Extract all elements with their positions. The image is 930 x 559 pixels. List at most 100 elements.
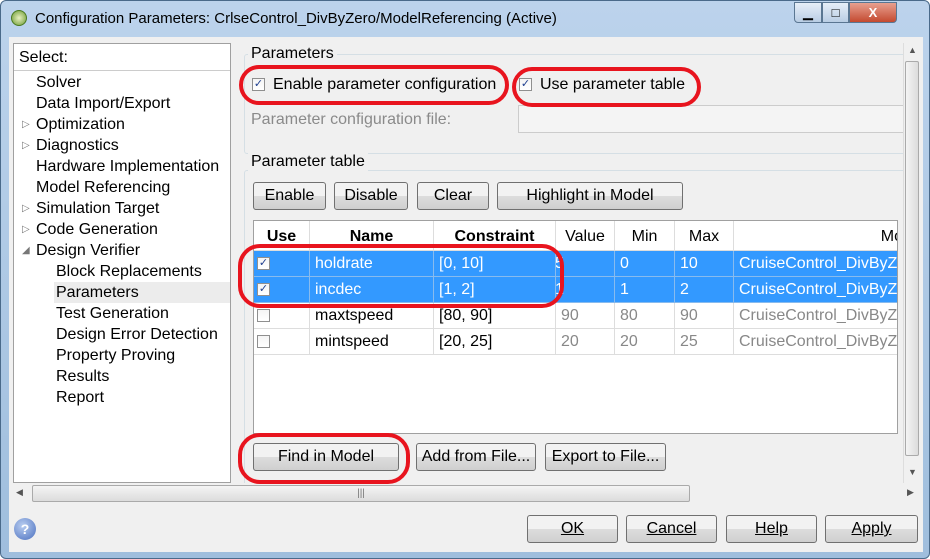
cell-min[interactable]: 1: [615, 277, 675, 303]
table-row[interactable]: ✓incdec[1, 2]112CruiseControl_DivByZe: [254, 277, 897, 303]
tree-item-diagnostics[interactable]: ▷ Diagnostics: [22, 135, 119, 156]
tree-item-label: Solver: [36, 74, 82, 91]
maximize-button[interactable]: □: [822, 2, 849, 23]
tree-item-test-generation[interactable]: Test Generation: [56, 303, 169, 324]
cell-min[interactable]: 20: [615, 329, 675, 355]
enable-parameter-configuration-checkbox[interactable]: ✓: [252, 78, 265, 91]
tree-item-parameters[interactable]: Parameters: [54, 282, 230, 303]
collapsed-arrow-icon[interactable]: ▷: [22, 219, 30, 240]
help-icon[interactable]: ?: [14, 518, 36, 540]
use-checkbox[interactable]: [257, 309, 270, 322]
expanded-arrow-icon[interactable]: ◢: [22, 240, 30, 261]
enable-button[interactable]: Enable: [253, 182, 326, 210]
tree-item-property-proving[interactable]: Property Proving: [56, 345, 175, 366]
tree-item-simulation-target[interactable]: ▷ Simulation Target: [22, 198, 159, 219]
column-header-value[interactable]: Value: [556, 221, 615, 251]
tree-item-report[interactable]: Report: [56, 387, 104, 408]
window-title: Configuration Parameters: CrlseControl_D…: [35, 10, 557, 27]
column-header-name[interactable]: Name: [310, 221, 434, 251]
close-button[interactable]: X: [849, 2, 897, 23]
column-header-max[interactable]: Max: [675, 221, 734, 251]
use-checkbox[interactable]: [257, 335, 270, 348]
add-from-file-button[interactable]: Add from File...: [416, 443, 536, 471]
tree-item-label: Report: [56, 389, 105, 406]
horizontal-scrollbar[interactable]: ◀ ||| ▶: [13, 484, 920, 503]
tree-item-code-generation[interactable]: ▷ Code Generation: [22, 219, 158, 240]
app-icon: [11, 10, 27, 26]
cell-use[interactable]: ✓: [254, 277, 310, 303]
scroll-down-icon[interactable]: ▼: [908, 467, 917, 477]
clear-button[interactable]: Clear: [417, 182, 489, 210]
cell-use[interactable]: [254, 303, 310, 329]
cell-max[interactable]: 2: [675, 277, 734, 303]
cell-max[interactable]: 10: [675, 251, 734, 277]
cell-constraint[interactable]: [0, 10]: [434, 251, 556, 277]
cell-name[interactable]: holdrate: [310, 251, 434, 277]
scroll-left-icon[interactable]: ◀: [16, 487, 23, 498]
tree-item-design-error-detection[interactable]: Design Error Detection: [56, 324, 218, 345]
cell-model[interactable]: CruiseControl_DivByZe: [734, 329, 897, 355]
help-button[interactable]: Help: [726, 515, 817, 543]
table-row[interactable]: mintspeed [20, 25] 20 20 25 CruiseControl_Div…: [254, 329, 897, 355]
use-parameter-table-label[interactable]: Use parameter table: [540, 76, 685, 94]
cell-constraint[interactable]: [80, 90]: [434, 303, 556, 329]
collapsed-arrow-icon[interactable]: ▷: [22, 135, 30, 156]
tree-item-results[interactable]: Results: [56, 366, 109, 387]
cell-value[interactable]: 20: [556, 329, 615, 355]
find-in-model-button[interactable]: Find in Model: [253, 443, 399, 471]
collapsed-arrow-icon[interactable]: ▷: [22, 114, 30, 135]
table-row[interactable]: maxtspeed [80, 90] 90 80 90 CruiseControl_Div…: [254, 303, 897, 329]
highlight-in-model-button[interactable]: Highlight in Model: [497, 182, 683, 210]
column-header-min[interactable]: Min: [615, 221, 675, 251]
collapsed-arrow-icon[interactable]: ▷: [22, 198, 30, 219]
config-file-input[interactable]: [518, 105, 903, 133]
cell-min[interactable]: 80: [615, 303, 675, 329]
scroll-right-icon[interactable]: ▶: [907, 487, 914, 498]
cell-name[interactable]: mintspeed: [310, 329, 434, 355]
column-header-model[interactable]: Mo: [734, 221, 897, 251]
vertical-scrollbar[interactable]: ▲ ▼: [903, 43, 920, 483]
cell-constraint[interactable]: [20, 25]: [434, 329, 556, 355]
vertical-scroll-thumb[interactable]: [905, 61, 919, 456]
cell-max[interactable]: 90: [675, 303, 734, 329]
cell-use[interactable]: [254, 329, 310, 355]
cell-use[interactable]: ✓: [254, 251, 310, 277]
use-checkbox[interactable]: ✓: [257, 257, 270, 270]
cell-name[interactable]: maxtspeed: [310, 303, 434, 329]
column-header-use[interactable]: Use: [254, 221, 310, 251]
cell-value[interactable]: 5: [556, 251, 615, 277]
tree-item-data-import-export[interactable]: Data Import/Export: [36, 93, 170, 114]
tree-item-optimization[interactable]: ▷ Optimization: [22, 114, 125, 135]
horizontal-scroll-thumb[interactable]: |||: [32, 485, 690, 502]
cell-model[interactable]: CruiseControl_DivByZe: [734, 277, 897, 303]
table-row[interactable]: ✓ holdrate[0, 10]5010CruiseControl_DivByZ…: [254, 251, 897, 277]
cell-constraint[interactable]: [1, 2]: [434, 277, 556, 303]
scroll-up-icon[interactable]: ▲: [908, 45, 917, 55]
ok-button[interactable]: OK: [527, 515, 618, 543]
minimize-button[interactable]: ▁: [794, 2, 822, 23]
disable-button[interactable]: Disable: [334, 182, 408, 210]
tree-item-hardware-implementation[interactable]: Hardware Implementation: [36, 156, 219, 177]
tree-item-label: Property Proving: [56, 347, 176, 364]
tree-item-label: Code Generation: [36, 221, 158, 238]
tree-item-design-verifier[interactable]: ◢ Design Verifier: [22, 240, 140, 261]
cell-max[interactable]: 25: [675, 329, 734, 355]
cell-value[interactable]: 1: [556, 277, 615, 303]
cell-model[interactable]: CruiseControl_DivByZe: [734, 251, 897, 277]
column-header-constraint[interactable]: Constraint: [434, 221, 556, 251]
tree-item-solver[interactable]: Solver: [36, 72, 81, 93]
cancel-button[interactable]: Cancel: [626, 515, 717, 543]
cell-value[interactable]: 90: [556, 303, 615, 329]
use-parameter-table-checkbox[interactable]: ✓: [519, 78, 532, 91]
export-to-file-button[interactable]: Export to File...: [545, 443, 666, 471]
ok-label: OK: [560, 520, 585, 537]
tree-item-label: Results: [56, 368, 110, 385]
tree-item-model-referencing[interactable]: Model Referencing: [36, 177, 170, 198]
cell-name[interactable]: incdec: [310, 277, 434, 303]
tree-item-block-replacements[interactable]: Block Replacements: [56, 261, 202, 282]
use-checkbox[interactable]: ✓: [257, 283, 270, 296]
cell-model[interactable]: CruiseControl_DivByZe: [734, 303, 897, 329]
apply-button[interactable]: Apply: [825, 515, 918, 543]
enable-parameter-configuration-label[interactable]: Enable parameter configuration: [273, 76, 496, 94]
cell-min[interactable]: 0: [615, 251, 675, 277]
